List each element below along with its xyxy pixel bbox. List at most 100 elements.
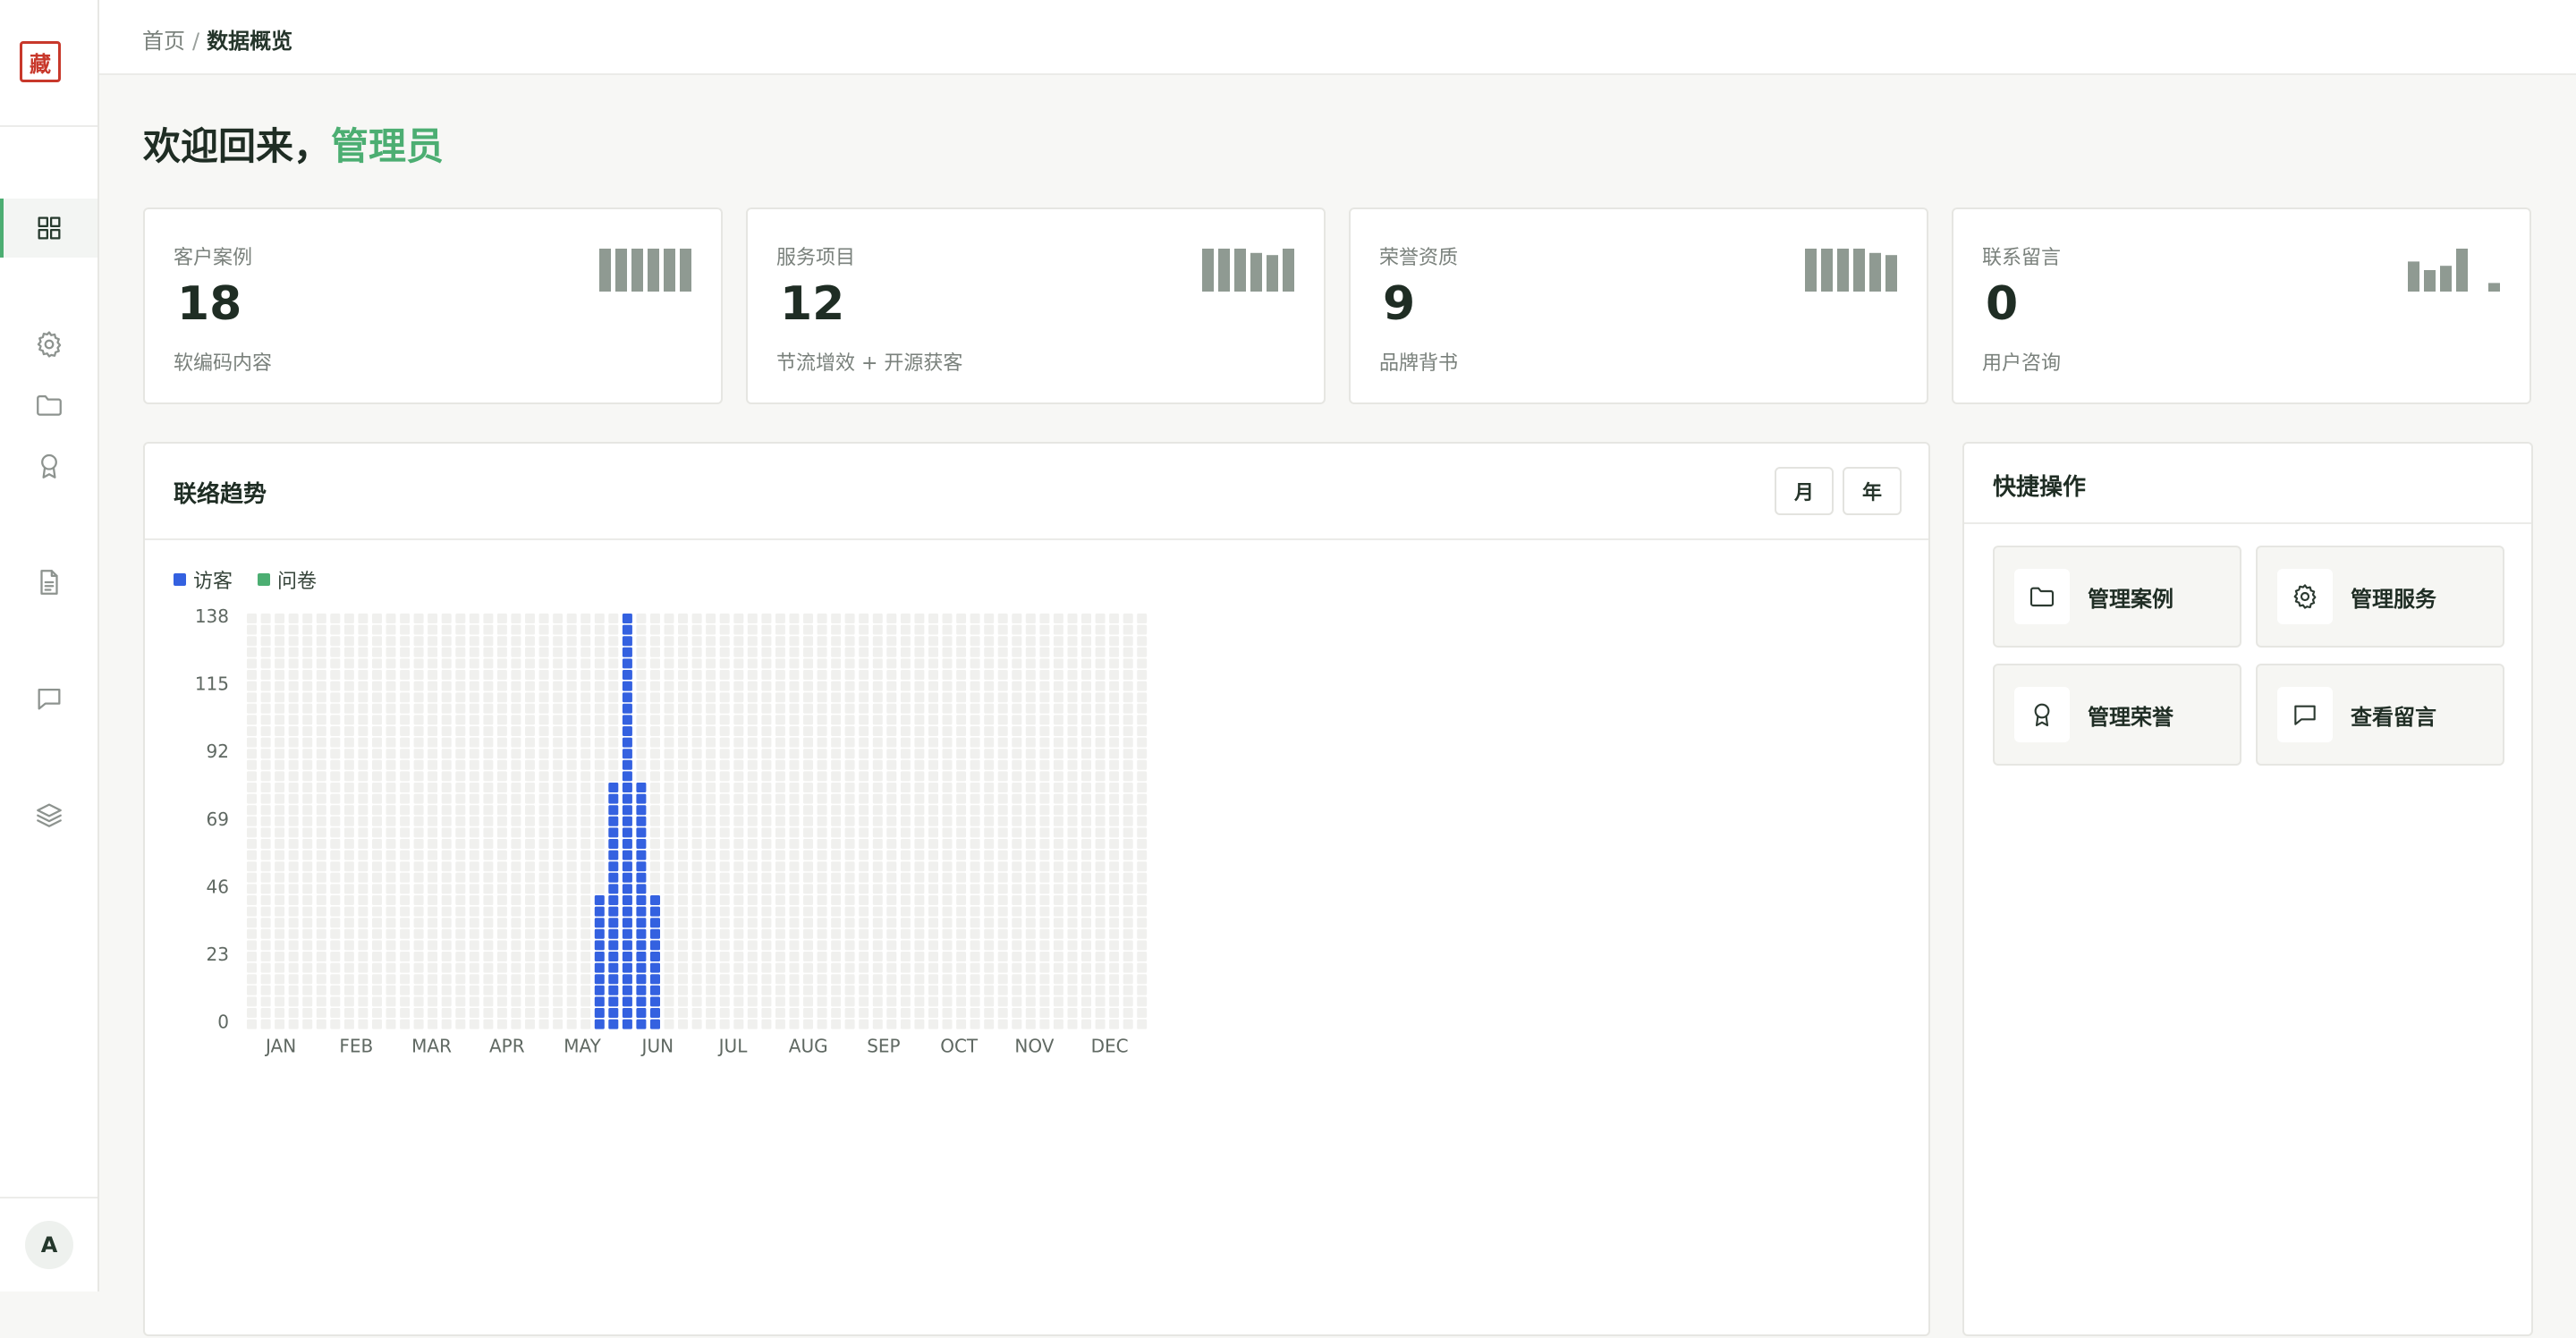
manage-honors-button[interactable]: 管理荣誉 [1993, 664, 2241, 766]
grid-cell [956, 940, 967, 951]
grid-cell [914, 985, 925, 995]
stat-card-messages[interactable]: 联系留言 0 用户咨询 [1952, 207, 2531, 404]
grid-cell [803, 647, 813, 657]
grid-cell [1137, 771, 1148, 782]
month-toggle-button[interactable]: 月 [1775, 467, 1834, 515]
grid-cell [678, 771, 688, 782]
grid-cell [984, 985, 995, 995]
grid-cell [428, 703, 438, 714]
grid-cell [1081, 681, 1091, 691]
grid-cell [1081, 996, 1091, 1007]
grid-cell [260, 952, 271, 961]
grid-cell [428, 996, 438, 1007]
grid-cell [691, 1019, 702, 1029]
manage-cases-button[interactable]: 管理案例 [1993, 546, 2241, 648]
grid-cell [970, 681, 980, 691]
grid-cell [608, 624, 619, 635]
grid-cell [538, 884, 549, 894]
grid-cell [1039, 884, 1050, 894]
grid-cell [566, 783, 577, 792]
grid-cell [984, 839, 995, 849]
divider [1964, 522, 2531, 524]
stat-card-honors[interactable]: 荣誉资质 9 品牌背书 [1349, 207, 1928, 404]
grid-cell [831, 670, 842, 680]
grid-cell [970, 816, 980, 826]
grid-cell [650, 737, 660, 748]
grid-cell [496, 884, 507, 894]
grid-cell [1081, 658, 1091, 669]
grid-cell [886, 827, 897, 838]
grid-cell [343, 839, 354, 849]
sidebar-item-dashboard[interactable] [0, 199, 97, 258]
grid-cell [997, 624, 1008, 635]
grid-cell [942, 692, 953, 703]
sidebar-item-settings[interactable] [0, 315, 97, 374]
sparkline-bar [1853, 249, 1865, 292]
grid-cell [594, 692, 605, 703]
grid-cell [260, 783, 271, 792]
grid-cell [719, 614, 730, 623]
grid-cell [691, 962, 702, 973]
view-messages-button[interactable]: 查看留言 [2256, 664, 2504, 766]
grid-cell [664, 726, 674, 736]
grid-cell [1081, 805, 1091, 816]
sidebar-item-honors[interactable] [0, 436, 97, 495]
grid-cell [496, 658, 507, 669]
breadcrumb-home[interactable]: 首页 [142, 29, 185, 54]
manage-services-button[interactable]: 管理服务 [2256, 546, 2504, 648]
stat-card-cases[interactable]: 客户案例 18 软编码内容 [143, 207, 723, 404]
sidebar-item-layers[interactable] [0, 785, 97, 844]
grid-cell [511, 681, 521, 691]
grid-cell [678, 636, 688, 647]
grid-cell [538, 805, 549, 816]
grid-cell [469, 906, 479, 917]
grid-cell [761, 906, 772, 917]
grid-cell [747, 759, 758, 770]
grid-cell [942, 737, 953, 748]
grid-cell [608, 670, 619, 680]
logo[interactable]: 藏 [20, 41, 61, 82]
grid-cell [636, 614, 647, 623]
grid-cell [859, 1008, 869, 1018]
grid-cell [525, 827, 535, 838]
visitor-bar-cell [636, 918, 647, 928]
grid-cell [831, 974, 842, 985]
grid-cell [316, 974, 326, 985]
grid-cell [789, 715, 800, 725]
grid-cell [664, 647, 674, 657]
grid-cell [900, 793, 911, 804]
year-toggle-button[interactable]: 年 [1843, 467, 1902, 515]
grid-cell [525, 996, 535, 1007]
grid-cell [817, 692, 827, 703]
grid-cell [706, 1008, 716, 1018]
sidebar-item-messages[interactable] [0, 669, 97, 728]
grid-cell [428, 737, 438, 748]
grid-cell [859, 996, 869, 1007]
grid-cell [747, 839, 758, 849]
grid-cell [678, 1008, 688, 1018]
stat-card-services[interactable]: 服务项目 12 节流增效 + 开源获客 [746, 207, 1326, 404]
grid-cell [817, 737, 827, 748]
avatar[interactable]: A [25, 1221, 73, 1269]
grid-cell [775, 749, 785, 759]
grid-cell [1137, 636, 1148, 647]
qa-label: 管理服务 [2351, 586, 2436, 612]
grid-cell [1109, 692, 1120, 703]
grid-cell [247, 974, 257, 985]
grid-cell [400, 827, 411, 838]
grid-cell [288, 985, 299, 995]
grid-cell [316, 670, 326, 680]
grid-cell [1025, 985, 1036, 995]
sidebar-item-cases[interactable] [0, 376, 97, 435]
grid-cell [302, 850, 313, 860]
grid-cell [914, 918, 925, 928]
grid-cell [872, 771, 883, 782]
sidebar-item-documents[interactable] [0, 553, 97, 612]
grid-cell [1123, 759, 1133, 770]
grid-cell [872, 624, 883, 635]
grid-cell [942, 918, 953, 928]
grid-cell [942, 985, 953, 995]
grid-cell [1095, 872, 1106, 883]
grid-cell [956, 670, 967, 680]
grid-cell [525, 703, 535, 714]
